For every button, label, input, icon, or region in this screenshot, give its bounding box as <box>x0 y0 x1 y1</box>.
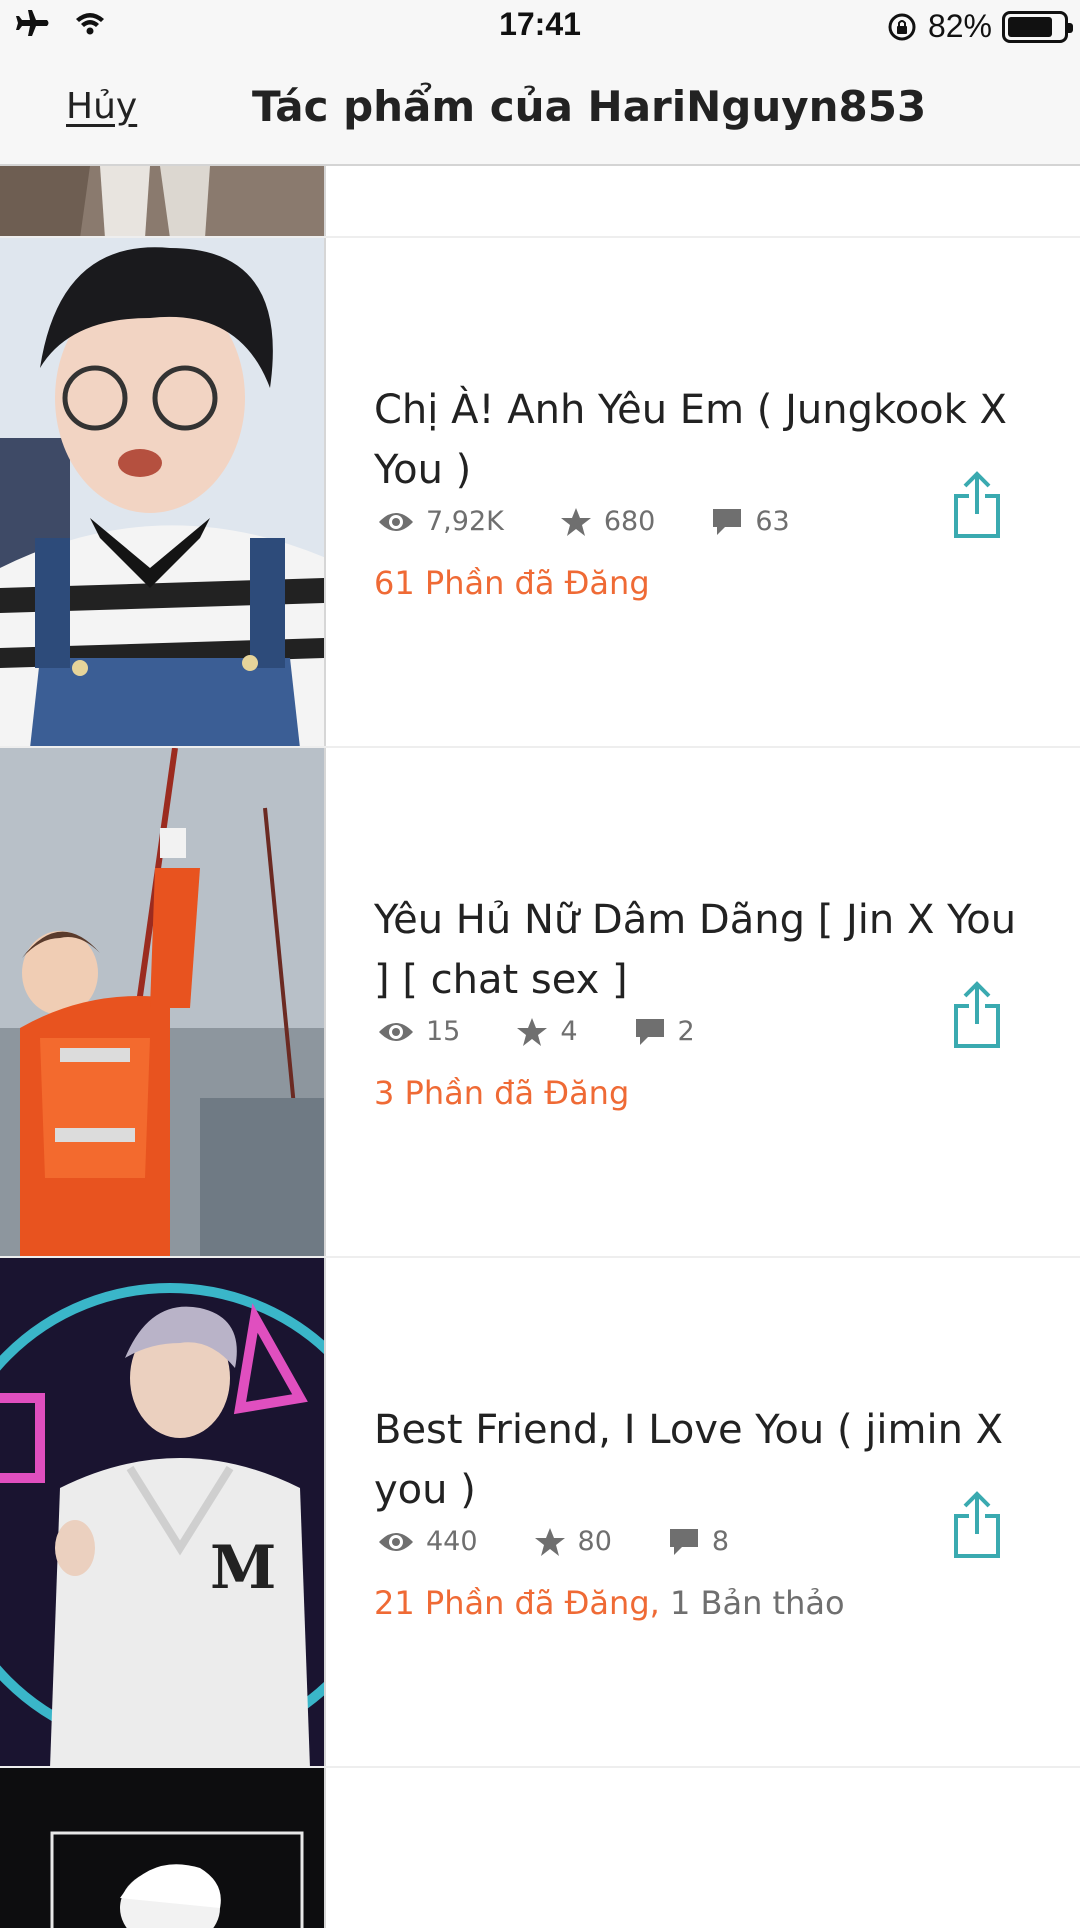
star-icon <box>517 1017 548 1046</box>
story-stats: 440 80 8 <box>378 1526 785 1557</box>
votes-count: 4 <box>560 1016 578 1047</box>
status-bar: 17:41 82% <box>0 0 1080 52</box>
star-icon <box>560 507 591 536</box>
story-cover <box>0 166 326 236</box>
story-stats: 15 4 2 <box>378 1016 751 1047</box>
reads-stat: 7,92K <box>378 506 504 537</box>
status-right: 82% <box>886 8 1073 45</box>
reads-count: 440 <box>426 1526 478 1557</box>
comments-count: 63 <box>755 506 790 537</box>
story-parts: 61 Phần đã Đăng <box>374 564 650 602</box>
comments-stat: 2 <box>634 1016 695 1047</box>
reads-count: 7,92K <box>426 506 504 537</box>
story-list: Chị À! Anh Yêu Em ( Jungkook X You ) 7,9… <box>0 166 1080 1928</box>
published-parts: 3 Phần đã Đăng <box>374 1074 630 1112</box>
comment-icon <box>713 508 742 535</box>
story-row[interactable]: M Best Friend, I Love You ( jimin X you … <box>0 1258 1080 1768</box>
published-parts: 61 Phần đã Đăng <box>374 564 650 602</box>
story-row[interactable]: Chị À! Anh Yêu Em ( Jungkook X You ) 7,9… <box>0 238 1080 748</box>
cover-image <box>0 1768 324 1928</box>
story-stats: 7,92K 680 63 <box>378 506 846 537</box>
share-icon[interactable] <box>952 980 1002 1050</box>
comments-count: 2 <box>677 1016 695 1047</box>
comment-icon <box>669 1528 698 1555</box>
draft-parts: 1 Bản thảo <box>669 1584 845 1622</box>
story-row[interactable]: Yêu Hủ Nữ Dâm Dãng [ Jin X You ] [ chat … <box>0 748 1080 1258</box>
reads-stat: 15 <box>378 1016 460 1047</box>
votes-stat: 80 <box>534 1526 612 1557</box>
rotation-lock-icon <box>888 13 916 40</box>
cancel-button[interactable]: Hủy <box>66 86 137 127</box>
cover-image <box>0 238 324 746</box>
comment-icon <box>635 1018 664 1045</box>
eye-icon <box>379 512 413 531</box>
story-title[interactable]: Yêu Hủ Nữ Dâm Dãng [ Jin X You ] [ chat … <box>374 890 1024 1010</box>
reads-stat: 440 <box>378 1526 478 1557</box>
cover-image <box>0 166 324 236</box>
story-row-partial-top[interactable] <box>0 166 1080 238</box>
star-icon <box>534 1527 565 1556</box>
published-parts: 21 Phần đã Đăng, <box>374 1584 660 1622</box>
story-parts: 21 Phần đã Đăng, 1 Bản thảo <box>374 1584 845 1622</box>
votes-stat: 680 <box>560 506 656 537</box>
story-info: Chị À! Anh Yêu Em ( Jungkook X You ) 7,9… <box>374 238 1024 746</box>
svg-text:M: M <box>210 1533 276 1603</box>
story-info: Yêu Hủ Nữ Dâm Dãng [ Jin X You ] [ chat … <box>374 748 1024 1256</box>
nav-bar: Hủy Tác phẩm của HariNguyn853 <box>0 52 1080 166</box>
cover-image <box>0 748 324 1256</box>
story-title[interactable]: Chị À! Anh Yêu Em ( Jungkook X You ) <box>374 380 1024 500</box>
battery-nub <box>1068 22 1073 33</box>
page-title: Tác phẩm của HariNguyn853 <box>252 82 927 131</box>
share-icon[interactable] <box>952 1490 1002 1560</box>
cover-image: M <box>0 1258 324 1766</box>
comments-count: 8 <box>711 1526 730 1557</box>
comments-stat: 63 <box>711 506 790 537</box>
votes-count: 80 <box>577 1526 612 1557</box>
eye-icon <box>379 1532 413 1551</box>
story-info: Best Friend, I Love You ( jimin X you ) … <box>374 1258 1024 1766</box>
votes-count: 680 <box>603 506 656 537</box>
story-title[interactable]: Best Friend, I Love You ( jimin X you ) <box>374 1400 1024 1520</box>
story-cover <box>0 748 326 1256</box>
reads-count: 15 <box>426 1016 461 1047</box>
story-cover: M <box>0 1258 326 1766</box>
story-cover <box>0 238 326 746</box>
story-row-partial-bottom[interactable] <box>0 1768 1080 1928</box>
battery-percent: 82% <box>927 8 992 44</box>
share-icon[interactable] <box>952 470 1002 540</box>
story-parts: 3 Phần đã Đăng <box>374 1074 629 1112</box>
story-cover <box>0 1768 326 1928</box>
battery-icon <box>1002 10 1073 43</box>
comments-stat: 8 <box>668 1526 729 1557</box>
eye-icon <box>379 1022 413 1041</box>
battery-fill <box>1008 16 1053 37</box>
votes-stat: 4 <box>516 1016 578 1047</box>
